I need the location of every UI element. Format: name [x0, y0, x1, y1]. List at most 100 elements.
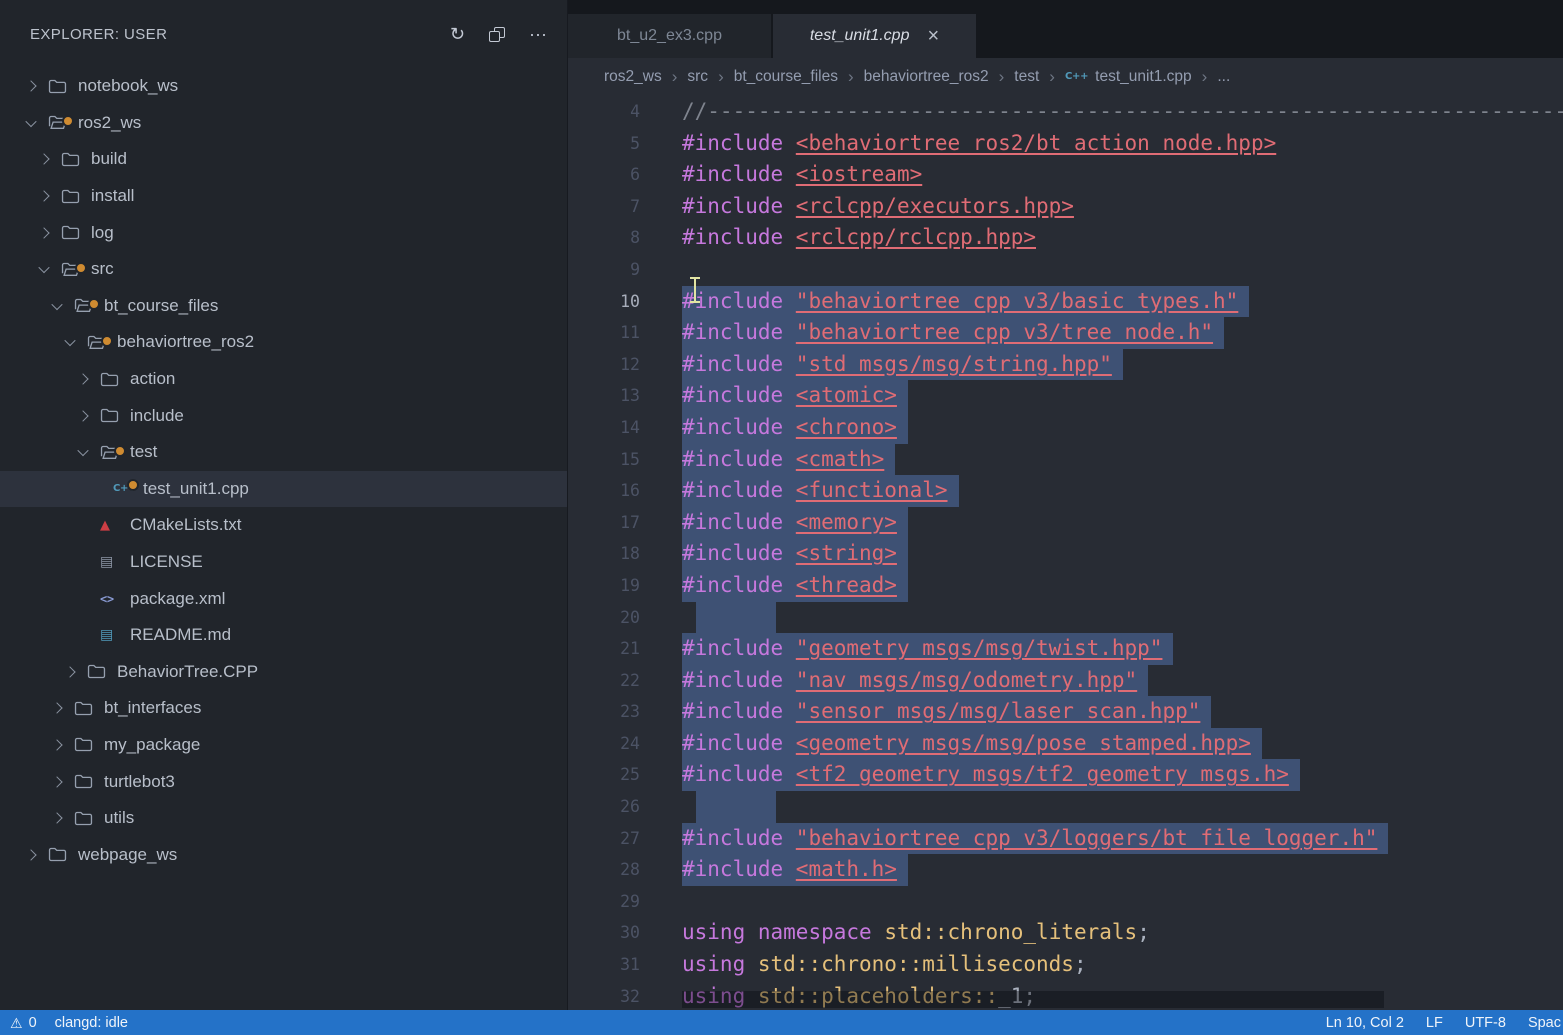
- chevron-icon[interactable]: [50, 690, 74, 727]
- breadcrumb-item-src[interactable]: src: [687, 68, 708, 86]
- tree-item-BehaviorTree.CPP[interactable]: BehaviorTree.CPP: [0, 654, 567, 691]
- status-cursor-position[interactable]: Ln 10, Col 2: [1326, 1015, 1404, 1031]
- code-line-8[interactable]: 8#include <rclcpp/rclcpp.hpp>: [568, 222, 1563, 254]
- more-actions-icon[interactable]: ···: [529, 25, 547, 43]
- code-line-10[interactable]: 10#include "behaviortree_cpp_v3/basic_ty…: [568, 286, 1563, 318]
- tree-item-utils[interactable]: utils: [0, 800, 567, 837]
- code-line-7[interactable]: 7#include <rclcpp/executors.hpp>: [568, 191, 1563, 223]
- tree-item-include[interactable]: include: [0, 397, 567, 434]
- code-line-5[interactable]: 5#include <behaviortree_ros2/bt_action_n…: [568, 128, 1563, 160]
- tree-item-install[interactable]: install: [0, 178, 567, 215]
- refresh-icon[interactable]: ↻: [450, 25, 465, 43]
- chevron-icon[interactable]: [50, 800, 74, 837]
- chevron-icon[interactable]: [50, 727, 74, 764]
- chevron-icon[interactable]: [24, 68, 48, 105]
- status-eol[interactable]: LF: [1426, 1015, 1443, 1031]
- folder-icon: [61, 152, 89, 167]
- breadcrumb-item-behaviortree_ros2[interactable]: behaviortree_ros2: [864, 68, 989, 86]
- tree-item-webpage_ws[interactable]: webpage_ws: [0, 836, 567, 873]
- code-line-22[interactable]: 22#include "nav_msgs/msg/odometry.hpp": [568, 665, 1563, 697]
- chevron-icon[interactable]: [50, 288, 74, 325]
- code-line-31[interactable]: 31using std::chrono::milliseconds;: [568, 949, 1563, 981]
- folder-icon: [87, 335, 115, 350]
- code-line-19[interactable]: 19#include <thread>: [568, 570, 1563, 602]
- code-line-15[interactable]: 15#include <cmath>: [568, 444, 1563, 476]
- tree-item-package.xml[interactable]: <>package.xml: [0, 580, 567, 617]
- code-line-29[interactable]: 29: [568, 886, 1563, 918]
- code-line-20[interactable]: 20: [568, 602, 1563, 634]
- tree-item-notebook_ws[interactable]: notebook_ws: [0, 68, 567, 105]
- breadcrumb-item-ros2_ws[interactable]: ros2_ws: [604, 68, 662, 86]
- chevron-icon[interactable]: [24, 836, 48, 873]
- line-number: 11: [568, 317, 640, 349]
- tree-item-turtlebot3[interactable]: turtlebot3: [0, 763, 567, 800]
- tree-item-test_unit1.cpp[interactable]: C++test_unit1.cpp: [0, 471, 567, 508]
- tab-test_unit1.cpp[interactable]: test_unit1.cpp×: [773, 14, 976, 58]
- tree-item-src[interactable]: src: [0, 251, 567, 288]
- close-icon[interactable]: ×: [927, 26, 939, 46]
- chevron-icon[interactable]: [63, 324, 87, 361]
- tree-item-build[interactable]: build: [0, 141, 567, 178]
- chevron-icon[interactable]: [76, 434, 100, 471]
- code-line-30[interactable]: 30using namespace std::chrono_literals;: [568, 917, 1563, 949]
- code-text: #include <iostream>: [682, 159, 922, 191]
- tree-item-log[interactable]: log: [0, 214, 567, 251]
- code-line-13[interactable]: 13#include <atomic>: [568, 380, 1563, 412]
- breadcrumb-item-test[interactable]: test: [1014, 68, 1039, 86]
- tree-item-LICENSE[interactable]: ▤LICENSE: [0, 544, 567, 581]
- code-line-24[interactable]: 24#include <geometry_msgs/msg/pose_stamp…: [568, 728, 1563, 760]
- code-line-21[interactable]: 21#include "geometry_msgs/msg/twist.hpp": [568, 633, 1563, 665]
- breadcrumb-item-test_unit1.cpp[interactable]: C++test_unit1.cpp: [1065, 68, 1192, 86]
- git-modified-dot: [88, 298, 100, 310]
- chevron-icon[interactable]: [37, 141, 61, 178]
- code-line-27[interactable]: 27#include "behaviortree_cpp_v3/loggers/…: [568, 823, 1563, 855]
- status-encoding[interactable]: UTF-8: [1465, 1015, 1506, 1031]
- code-line-23[interactable]: 23#include "sensor_msgs/msg/laser_scan.h…: [568, 696, 1563, 728]
- chevron-icon[interactable]: [37, 251, 61, 288]
- code-editor[interactable]: 4//-------------------------------------…: [568, 96, 1563, 1010]
- folder-icon: [74, 774, 102, 789]
- horizontal-scrollbar-thumb[interactable]: [682, 991, 1384, 1008]
- code-line-25[interactable]: 25#include <tf2_geometry_msgs/tf2_geomet…: [568, 759, 1563, 791]
- tree-item-label: ros2_ws: [78, 113, 141, 133]
- breadcrumb-item-...[interactable]: ...: [1217, 68, 1230, 86]
- chevron-icon[interactable]: [24, 105, 48, 142]
- tree-item-bt_interfaces[interactable]: bt_interfaces: [0, 690, 567, 727]
- editor-group: bt_u2_ex3.cpptest_unit1.cpp× ros2_ws›src…: [568, 0, 1563, 1010]
- file-tree: notebook_ws ros2_wsbuildinstalllogsrcbt_c…: [0, 68, 567, 873]
- tree-item-my_package[interactable]: my_package: [0, 727, 567, 764]
- line-number: 28: [568, 854, 640, 886]
- breadcrumb-item-bt_course_files[interactable]: bt_course_files: [734, 68, 838, 86]
- status-indentation[interactable]: Spac: [1528, 1015, 1561, 1031]
- breadcrumb-label: ros2_ws: [604, 68, 662, 86]
- tree-item-CMakeLists.txt[interactable]: ▲CMakeLists.txt: [0, 507, 567, 544]
- chevron-icon[interactable]: [37, 214, 61, 251]
- chevron-icon[interactable]: [76, 361, 100, 398]
- status-clangd[interactable]: clangd: idle: [55, 1015, 128, 1031]
- tree-item-action[interactable]: action: [0, 361, 567, 398]
- chevron-icon[interactable]: [50, 763, 74, 800]
- line-number: 5: [568, 128, 640, 160]
- collapse-folders-icon[interactable]: [489, 27, 505, 42]
- code-line-16[interactable]: 16#include <functional>: [568, 475, 1563, 507]
- code-line-28[interactable]: 28#include <math.h>: [568, 854, 1563, 886]
- chevron-icon[interactable]: [63, 654, 87, 691]
- code-line-9[interactable]: 9: [568, 254, 1563, 286]
- tree-item-README.md[interactable]: ▤README.md: [0, 617, 567, 654]
- tree-item-behaviortree_ros2[interactable]: behaviortree_ros2: [0, 324, 567, 361]
- code-line-6[interactable]: 6#include <iostream>: [568, 159, 1563, 191]
- status-problems[interactable]: ⚠0: [10, 1015, 37, 1031]
- tree-item-test[interactable]: test: [0, 434, 567, 471]
- code-line-18[interactable]: 18#include <string>: [568, 538, 1563, 570]
- tree-item-ros2_ws[interactable]: ros2_ws: [0, 105, 567, 142]
- tree-item-bt_course_files[interactable]: bt_course_files: [0, 288, 567, 325]
- code-line-12[interactable]: 12#include "std_msgs/msg/string.hpp": [568, 349, 1563, 381]
- chevron-icon[interactable]: [37, 178, 61, 215]
- code-line-17[interactable]: 17#include <memory>: [568, 507, 1563, 539]
- tab-bt_u2_ex3.cpp[interactable]: bt_u2_ex3.cpp: [568, 14, 771, 58]
- code-line-11[interactable]: 11#include "behaviortree_cpp_v3/tree_nod…: [568, 317, 1563, 349]
- code-line-26[interactable]: 26: [568, 791, 1563, 823]
- code-line-4[interactable]: 4//-------------------------------------…: [568, 96, 1563, 128]
- chevron-icon[interactable]: [76, 397, 100, 434]
- code-line-14[interactable]: 14#include <chrono>: [568, 412, 1563, 444]
